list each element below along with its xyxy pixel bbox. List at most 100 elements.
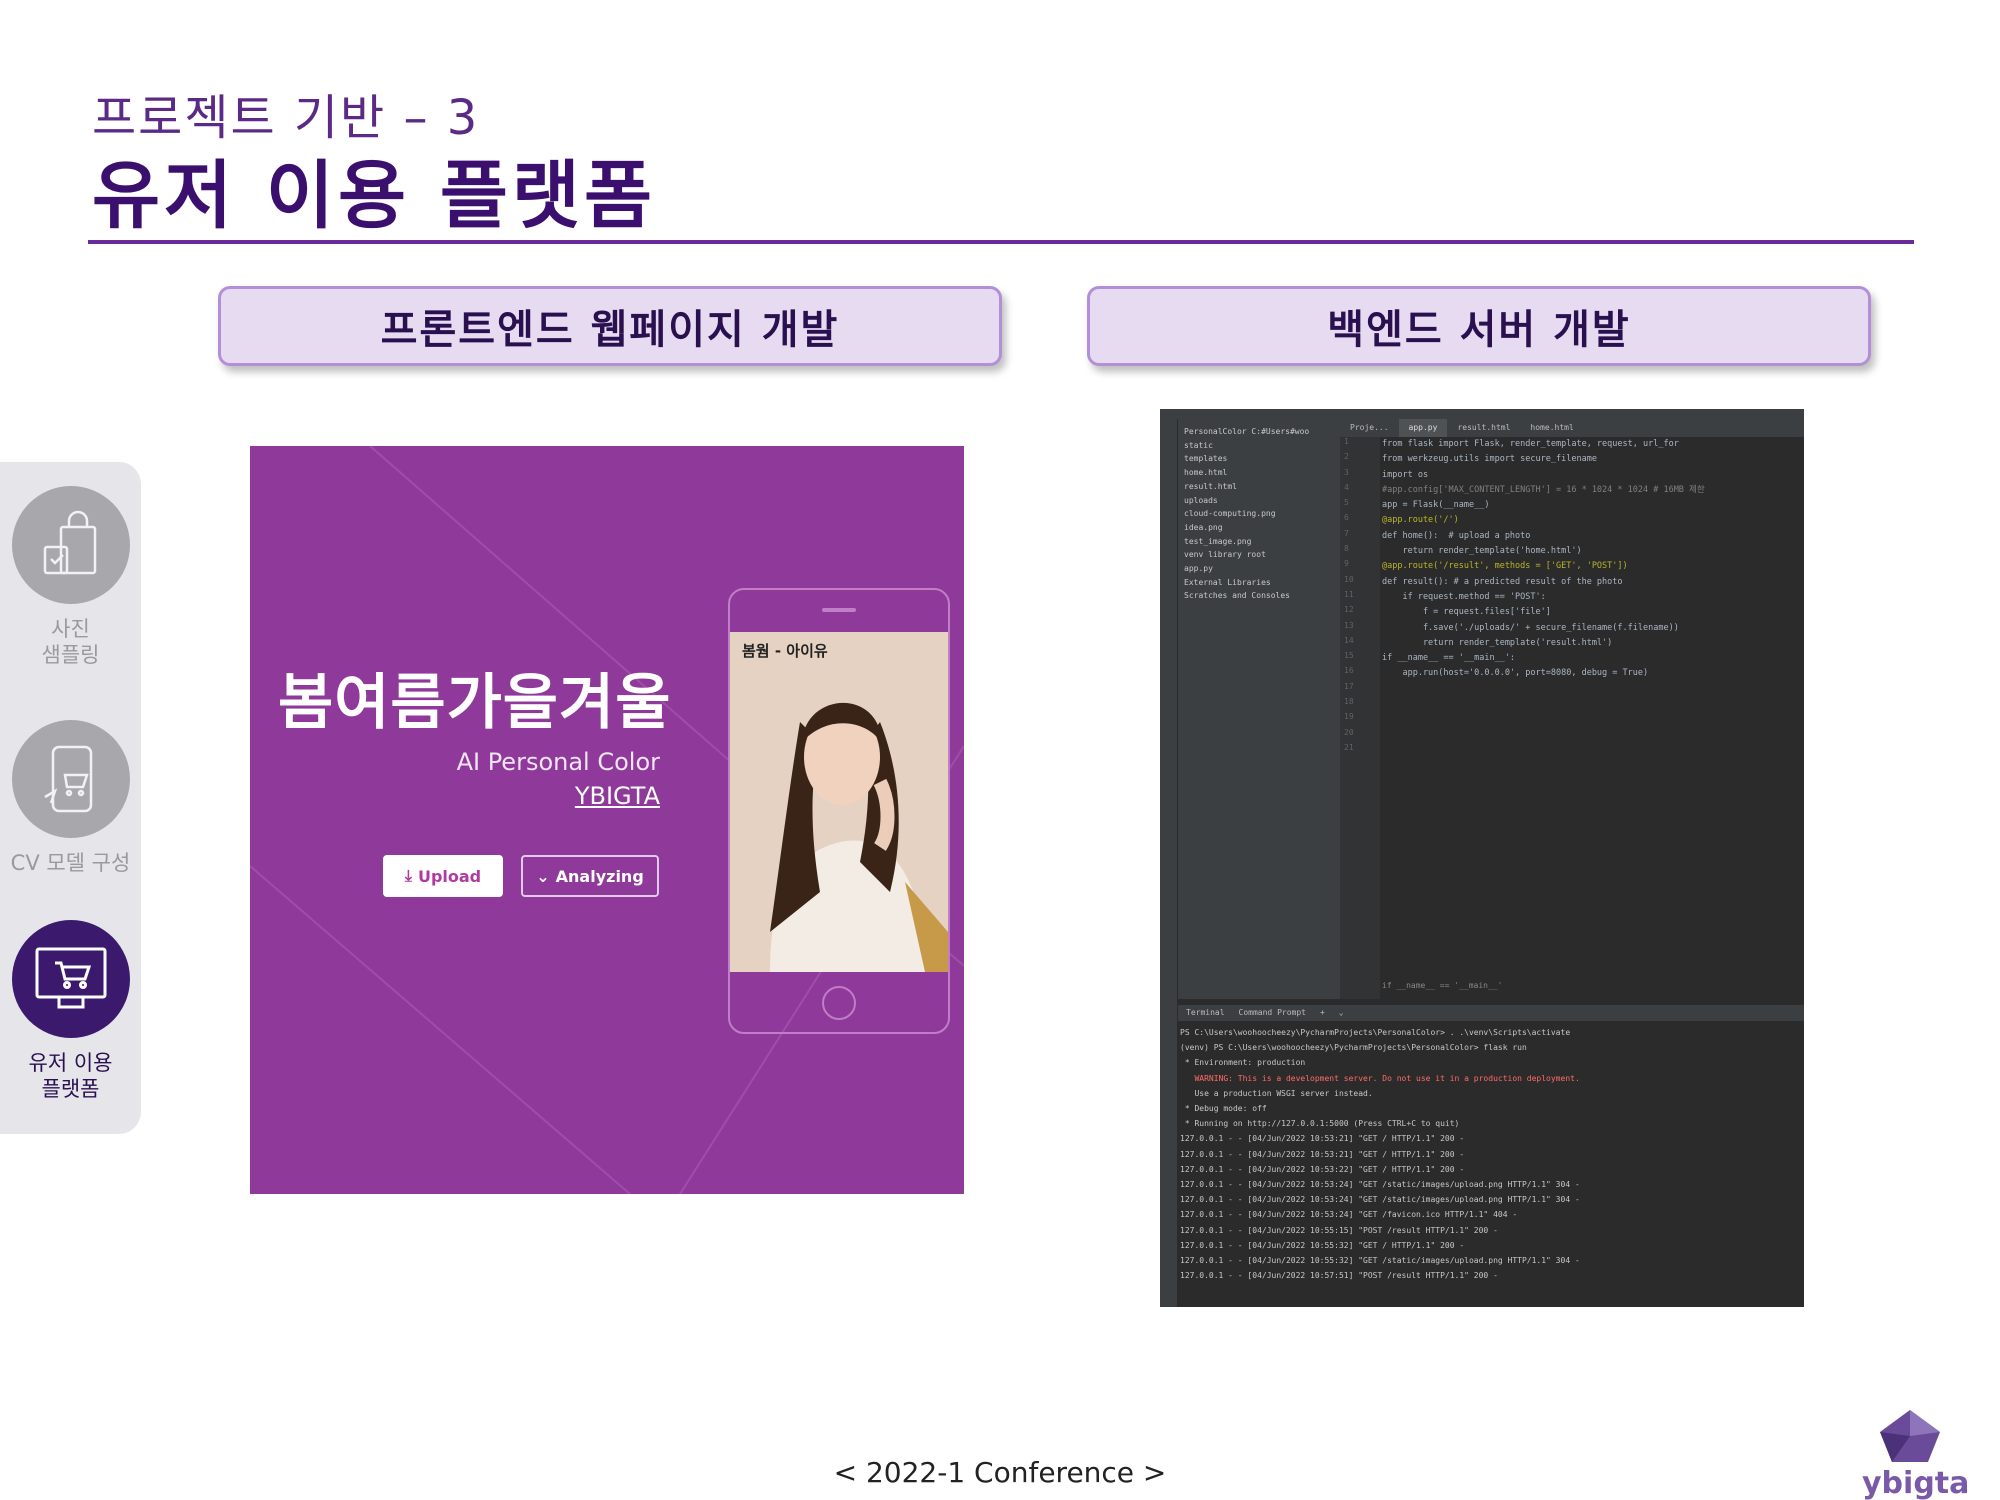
analyzing-button[interactable]: ⌄ Analyzing bbox=[521, 855, 659, 897]
line-number: 17 bbox=[1344, 681, 1354, 691]
tab-app-py[interactable]: app.py bbox=[1398, 419, 1448, 437]
code-line: @app.route('/') bbox=[1382, 515, 1459, 526]
tree-item: result.html bbox=[1184, 481, 1237, 491]
tab-command-prompt[interactable]: Command Prompt bbox=[1239, 1008, 1306, 1018]
frontend-screenshot: 봄여름가을겨울 AI Personal Color YBIGTA ⤓ Uploa… bbox=[250, 446, 964, 1194]
terminal-line: 127.0.0.1 - - [04/Jun/2022 10:53:24] "GE… bbox=[1180, 1210, 1518, 1220]
tree-item: PersonalColor C:#Users#woo bbox=[1184, 427, 1310, 436]
code-line: from flask import Flask, render_template… bbox=[1382, 439, 1679, 449]
line-number: 11 bbox=[1344, 589, 1354, 599]
code-line: f.save('./uploads/' + secure_filename(f.… bbox=[1382, 622, 1679, 633]
slide-footer: < 2022-1 Conference > bbox=[833, 1456, 1167, 1489]
code-line: app = Flask(__name__) bbox=[1382, 500, 1490, 511]
tab-home-html[interactable]: home.html bbox=[1520, 419, 1583, 437]
phone-caption: 봄웜 - 아이유 bbox=[742, 642, 828, 660]
terminal-line: * Debug mode: off bbox=[1180, 1104, 1267, 1114]
nav-label-photo-sampling-2: 샘플링 bbox=[41, 643, 100, 667]
terminal-line: 127.0.0.1 - - [04/Jun/2022 10:55:32] "GE… bbox=[1180, 1240, 1465, 1250]
tree-item: venv library root bbox=[1184, 550, 1266, 560]
nav-label-user-platform-2: 플랫폼 bbox=[41, 1077, 100, 1101]
tree-item: app.py bbox=[1184, 564, 1213, 574]
nav-item-cv-model[interactable]: CV 모델 구성 bbox=[0, 720, 141, 876]
code-editor[interactable]: from flask import Flask, render_template… bbox=[1382, 437, 1804, 999]
tree-item: static bbox=[1184, 440, 1213, 450]
line-number: 13 bbox=[1344, 620, 1354, 630]
line-number: 4 bbox=[1344, 482, 1349, 492]
line-number: 18 bbox=[1344, 697, 1354, 707]
ide-title-bar bbox=[1160, 409, 1804, 419]
chevron-down-icon[interactable]: ⌄ bbox=[1339, 1008, 1344, 1018]
code-line: return render_template('home.html') bbox=[1382, 546, 1582, 557]
tree-item: cloud-computing.png bbox=[1184, 509, 1276, 519]
tree-item: home.html bbox=[1184, 468, 1228, 478]
line-number: 12 bbox=[1344, 605, 1354, 615]
terminal-line: 127.0.0.1 - - [04/Jun/2022 10:53:22] "GE… bbox=[1180, 1164, 1465, 1174]
shopping-bags-icon bbox=[11, 486, 130, 604]
line-number: 16 bbox=[1344, 666, 1354, 676]
monitor-cart-icon bbox=[11, 920, 130, 1038]
editor-tabs: Proje... app.py result.html home.html bbox=[1340, 419, 1804, 437]
upload-button[interactable]: ⤓ Upload bbox=[383, 855, 503, 897]
line-number: 8 bbox=[1344, 544, 1349, 554]
phone-home-button bbox=[822, 986, 856, 1020]
nav-item-user-platform[interactable]: 유저 이용 플랫폼 bbox=[0, 920, 141, 1102]
terminal-line: 127.0.0.1 - - [04/Jun/2022 10:57:51] "PO… bbox=[1180, 1271, 1498, 1281]
terminal-line: 127.0.0.1 - - [04/Jun/2022 10:53:24] "GE… bbox=[1180, 1195, 1580, 1205]
editor-breadcrumb: if __name__ == '__main__' bbox=[1382, 981, 1503, 990]
line-number: 3 bbox=[1344, 467, 1349, 477]
tree-item: test_image.png bbox=[1184, 536, 1252, 546]
terminal-line: 127.0.0.1 - - [04/Jun/2022 10:53:21] "GE… bbox=[1180, 1149, 1465, 1159]
code-line: if __name__ == '__main__': bbox=[1382, 653, 1516, 664]
line-number: 1 bbox=[1344, 437, 1349, 446]
line-numbers: 1 2 3 4 5 6 7 8 9 10 11 12 13 14 15 16 17 18 19 20 21 bbox=[1340, 437, 1380, 999]
add-icon[interactable]: + bbox=[1320, 1008, 1325, 1018]
side-nav: 사진 샘플링 CV 모델 구성 유저 이용 플랫폼 bbox=[0, 462, 141, 1134]
line-number: 2 bbox=[1344, 452, 1349, 462]
phone-speaker bbox=[822, 608, 856, 612]
terminal-line: PS C:\Users\woohoocheezy\PycharmProjects… bbox=[1180, 1028, 1571, 1037]
tab-result-html[interactable]: result.html bbox=[1447, 419, 1520, 437]
terminal-line: 127.0.0.1 - - [04/Jun/2022 10:53:21] "GE… bbox=[1180, 1134, 1465, 1144]
project-tree: PersonalColor C:#Users#woo static templa… bbox=[1178, 419, 1340, 603]
tree-item: templates bbox=[1184, 454, 1228, 464]
terminal-line: 127.0.0.1 - - [04/Jun/2022 10:55:15] "PO… bbox=[1180, 1225, 1498, 1235]
ide-tool-strip bbox=[1160, 419, 1178, 1307]
code-line: def result(): # a predicted result of th… bbox=[1382, 576, 1623, 587]
line-number: 14 bbox=[1344, 635, 1354, 645]
line-number: 5 bbox=[1344, 498, 1349, 508]
tree-item: Scratches and Consoles bbox=[1184, 591, 1290, 601]
code-line: f = request.files['file'] bbox=[1382, 607, 1551, 618]
tab-terminal[interactable]: Terminal bbox=[1186, 1008, 1225, 1018]
project-panel: PersonalColor C:#Users#woo static templa… bbox=[1178, 419, 1340, 999]
terminal-line: (venv) PS C:\Users\woohoocheezy\PycharmP… bbox=[1180, 1043, 1527, 1053]
code-line: return render_template('result.html') bbox=[1382, 637, 1613, 648]
terminal-line: Use a production WSGI server instead. bbox=[1180, 1088, 1373, 1098]
line-number: 7 bbox=[1344, 528, 1349, 538]
line-number: 6 bbox=[1344, 513, 1349, 523]
frontend-section-header: 프론트엔드 웹페이지 개발 bbox=[218, 286, 1002, 366]
line-number: 20 bbox=[1344, 727, 1354, 737]
line-number: 21 bbox=[1344, 742, 1354, 752]
slide-title: 유저 이용 플랫폼 bbox=[92, 153, 657, 239]
download-icon: ⤓ bbox=[404, 866, 412, 885]
tree-item: uploads bbox=[1184, 495, 1218, 505]
backend-section-header: 백엔드 서버 개발 bbox=[1087, 286, 1871, 366]
chevron-down-icon: ⌄ bbox=[536, 866, 550, 886]
tab-project[interactable]: Proje... bbox=[1340, 419, 1399, 437]
terminal-line: * Running on http://127.0.0.1:5000 (Pres… bbox=[1180, 1119, 1460, 1129]
phone-screen: 봄웜 - 아이유 bbox=[730, 632, 948, 972]
nav-item-photo-sampling[interactable]: 사진 샘플링 bbox=[0, 486, 141, 668]
terminal-line: 127.0.0.1 - - [04/Jun/2022 10:55:32] "GE… bbox=[1180, 1256, 1580, 1266]
ide-screenshot: PersonalColor C:#Users#woo static templa… bbox=[1160, 409, 1804, 1307]
hero-brand: YBIGTA bbox=[574, 782, 660, 810]
terminal-tabs: Terminal Command Prompt + ⌄ bbox=[1178, 1005, 1804, 1021]
code-line: import os bbox=[1382, 469, 1429, 480]
portrait-photo bbox=[730, 632, 948, 972]
terminal-line: 127.0.0.1 - - [04/Jun/2022 10:53:24] "GE… bbox=[1180, 1180, 1580, 1190]
line-number: 15 bbox=[1344, 651, 1354, 661]
code-line: if request.method == 'POST': bbox=[1382, 591, 1546, 602]
code-line: #app.config['MAX_CONTENT_LENGTH'] = 16 *… bbox=[1382, 484, 1705, 495]
nav-label-cv-model: CV 모델 구성 bbox=[10, 851, 131, 875]
terminal-output[interactable]: PS C:\Users\woohoocheezy\PycharmProjects… bbox=[1178, 1021, 1804, 1307]
title-divider bbox=[88, 240, 1914, 244]
